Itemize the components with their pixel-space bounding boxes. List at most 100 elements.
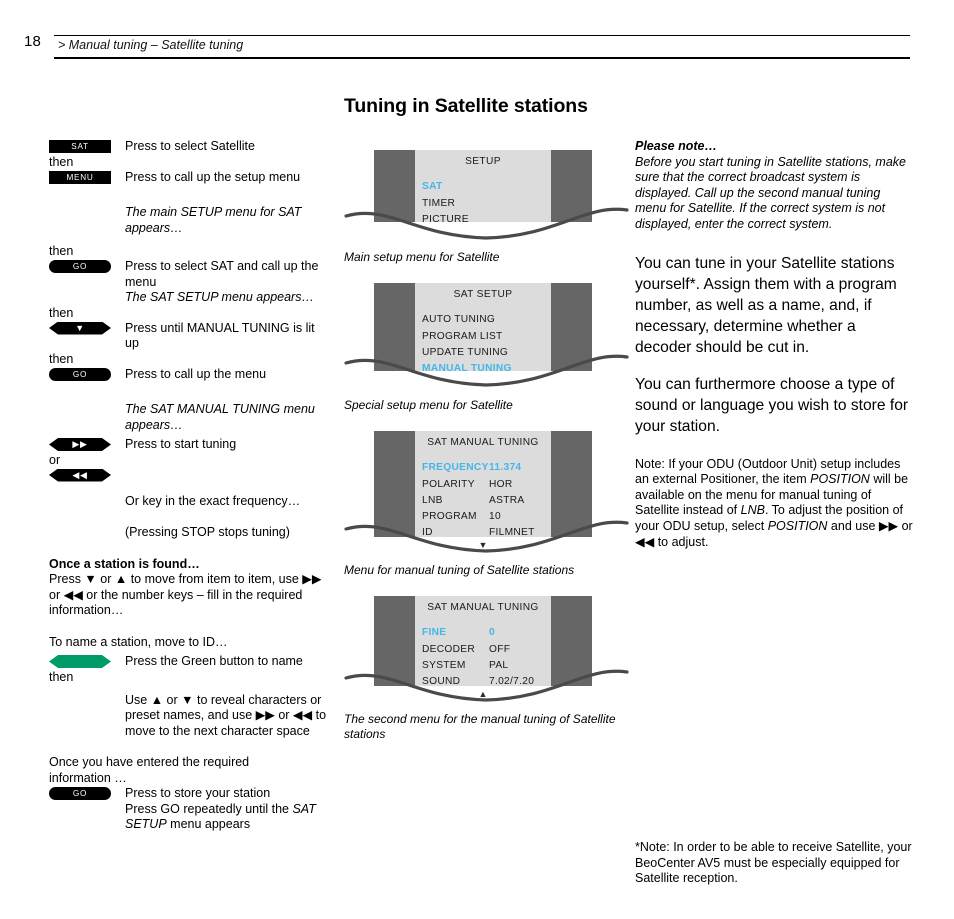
instruction-text-down: Press until MANUAL TUNING is lit up: [125, 320, 315, 351]
go-button[interactable]: GO: [49, 260, 111, 273]
store-station-line: Press to store your station: [125, 786, 271, 800]
tv-menu-title: SETUP: [465, 156, 501, 168]
odu-note: Note: If your ODU (Outdoor Unit) setup i…: [635, 457, 915, 551]
characters-line-3: move to the next character space: [125, 723, 310, 738]
green-button[interactable]: [49, 655, 111, 668]
once-found-line-2: or ◀◀ or the number keys – fill in the r…: [49, 587, 303, 602]
go-button[interactable]: GO: [49, 367, 111, 381]
tv-item-label: FREQUENCY: [422, 462, 489, 474]
tv-caption: Main setup menu for Satellite: [344, 250, 500, 265]
tv-item-label: ID: [422, 527, 433, 539]
entered-line-2: information …: [49, 770, 127, 785]
odu-note-lnb: LNB: [740, 503, 765, 518]
header-rule-top: [54, 35, 910, 36]
tv-menu-title: SAT MANUAL TUNING: [427, 437, 539, 449]
instruction-text-go-2: Press to call up the menu: [125, 366, 267, 381]
tv-menu-item[interactable]: AUTO TUNING: [422, 312, 551, 328]
fast-forward-button[interactable]: ▶▶: [49, 438, 111, 451]
go-button[interactable]: GO: [49, 787, 111, 800]
tv-caption: The second menu for the manual tuning of…: [344, 712, 616, 742]
tv-item-value: 7.02/7.20: [489, 676, 535, 688]
instruction-text-forward: Press to start tuning: [125, 437, 237, 451]
exact-frequency-note: Or key in the exact frequency…: [125, 493, 301, 508]
tv-menu-item[interactable]: PICTURE: [422, 212, 551, 228]
tv-menu-item[interactable]: PROGRAM 10: [422, 509, 551, 525]
page-header: 18 > Manual tuning – Satellite tuning: [0, 0, 954, 70]
tv-item-value: [512, 361, 551, 377]
tv-item-label: PROGRAM LIST: [422, 330, 503, 342]
tv-menu-item[interactable]: SOUND 7.02/7.20: [422, 674, 551, 690]
sat-setup-appears: The SAT SETUP menu appears…: [125, 290, 314, 304]
tv-screen: SAT MANUAL TUNING FREQUENCY 11.374 POLAR…: [344, 431, 629, 554]
note-manual-tuning-appears: The SAT MANUAL TUNING menu appears…: [125, 402, 315, 432]
tv-item-value: 0: [489, 627, 495, 639]
tv-screen-content: SETUP SAT TIMER PICTURE: [374, 150, 592, 228]
tv-item-label: PICTURE: [422, 213, 469, 225]
tv-screen: SAT SETUP AUTO TUNING PROGRAM LIST UPDAT…: [344, 283, 629, 388]
instruction-text-sat: Press to select Satellite: [125, 139, 255, 153]
tv-menu-item[interactable]: SYSTEM PAL: [422, 658, 551, 674]
instruction-text-menu: Press to call up the setup menu: [125, 169, 301, 184]
tv-menu-item[interactable]: TIMER: [422, 196, 551, 212]
tv-screen-content: SAT MANUAL TUNING FREQUENCY 11.374 POLAR…: [374, 431, 592, 552]
rewind-button[interactable]: ◀◀: [49, 469, 111, 482]
right-column: Please note… Before you start tuning in …: [635, 139, 915, 550]
instruction-text-go-3: Press to store your station Press GO rep…: [125, 786, 329, 833]
scroll-up-arrow-icon: ▲: [478, 689, 488, 700]
entered-line-1: Once you have entered the required: [49, 755, 250, 769]
then-label-5: then: [49, 669, 74, 684]
tv-item-label: AUTO TUNING: [422, 314, 496, 326]
header-rule-bottom: [54, 57, 910, 59]
tv-menu-item[interactable]: MANUAL TUNING: [422, 361, 551, 377]
then-label-3: then: [49, 305, 74, 320]
key-slot: [49, 654, 125, 668]
tv-item-label: DECODER: [422, 643, 476, 655]
footnote: *Note: In order to be able to receive Sa…: [635, 840, 912, 886]
tv-menu-item[interactable]: PROGRAM LIST: [422, 329, 551, 345]
down-arrow-button[interactable]: ▼: [49, 322, 111, 335]
tv-menu-item[interactable]: LNB ASTRA: [422, 493, 551, 509]
tv-item-label: TIMER: [422, 197, 456, 209]
menu-button[interactable]: MENU: [49, 170, 111, 184]
tv-item-value: [489, 212, 551, 228]
tv-screen-content: SAT MANUAL TUNING FINE 0 DECODER OFF SYS…: [374, 596, 592, 701]
tv-menu-item[interactable]: DECODER OFF: [422, 642, 551, 658]
once-found-line-1: Press ▼ or ▲ to move from item to item, …: [49, 572, 322, 586]
key-slot: ▶▶: [49, 437, 125, 451]
tv-menu-list: FREQUENCY 11.374 POLARITY HOR LNB ASTRA …: [415, 460, 551, 541]
tv-menu-item[interactable]: POLARITY HOR: [422, 477, 551, 493]
characters-line-1: Use ▲ or ▼ to reveal characters or: [125, 692, 322, 707]
tv-menu-list: FINE 0 DECODER OFF SYSTEM PAL SOUND 7.02…: [415, 625, 551, 690]
tv-item-value: HOR: [489, 478, 513, 490]
instruction-row-menu: MENU Press to call up the setup menu: [49, 170, 329, 186]
tv-item-value: [489, 179, 551, 195]
tv-item-value: [489, 329, 551, 345]
tv-item-label: SOUND: [422, 676, 461, 688]
tv-menu-item[interactable]: FINE 0: [422, 625, 551, 641]
intro-paragraph-1: You can tune in your Satellite stations …: [635, 254, 897, 356]
tv-figure-setup: SETUP SAT TIMER PICTURE Main setup menu …: [344, 150, 629, 265]
tv-item-value: [489, 312, 551, 328]
key-slot: SAT: [49, 139, 125, 153]
tv-item-value: FILMNET: [489, 527, 535, 539]
tv-caption: Special setup menu for Satellite: [344, 398, 513, 413]
tv-menu-item[interactable]: SAT: [422, 179, 551, 195]
tv-caption: Menu for manual tuning of Satellite stat…: [344, 563, 575, 578]
then-label-4: then: [49, 351, 74, 366]
stop-note: (Pressing STOP stops tuning): [125, 525, 290, 539]
tv-screen: SETUP SAT TIMER PICTURE: [344, 150, 629, 241]
tv-screen: SAT MANUAL TUNING FINE 0 DECODER OFF SYS…: [344, 596, 629, 703]
tv-figure-manual-tuning-2: SAT MANUAL TUNING FINE 0 DECODER OFF SYS…: [344, 596, 629, 742]
tv-menu-item[interactable]: UPDATE TUNING: [422, 345, 551, 361]
tv-item-label: PROGRAM: [422, 511, 477, 523]
tv-menu-title: SAT MANUAL TUNING: [427, 602, 539, 614]
sat-button[interactable]: SAT: [49, 140, 111, 153]
tv-menu-item[interactable]: FREQUENCY 11.374: [422, 460, 551, 476]
entered-info-note: Once you have entered the required infor…: [49, 755, 329, 786]
store-repeat-a: Press GO repeatedly until the: [125, 801, 293, 816]
tv-menu-item[interactable]: ID FILMNET: [422, 525, 551, 541]
tv-figure-manual-tuning-1: SAT MANUAL TUNING FREQUENCY 11.374 POLAR…: [344, 431, 629, 578]
once-found-block: Once a station is found… Press ▼ or ▲ to…: [49, 557, 329, 619]
instruction-row-go-3: GO Press to store your station Press GO …: [49, 786, 329, 833]
tv-item-value: 10: [489, 511, 501, 523]
